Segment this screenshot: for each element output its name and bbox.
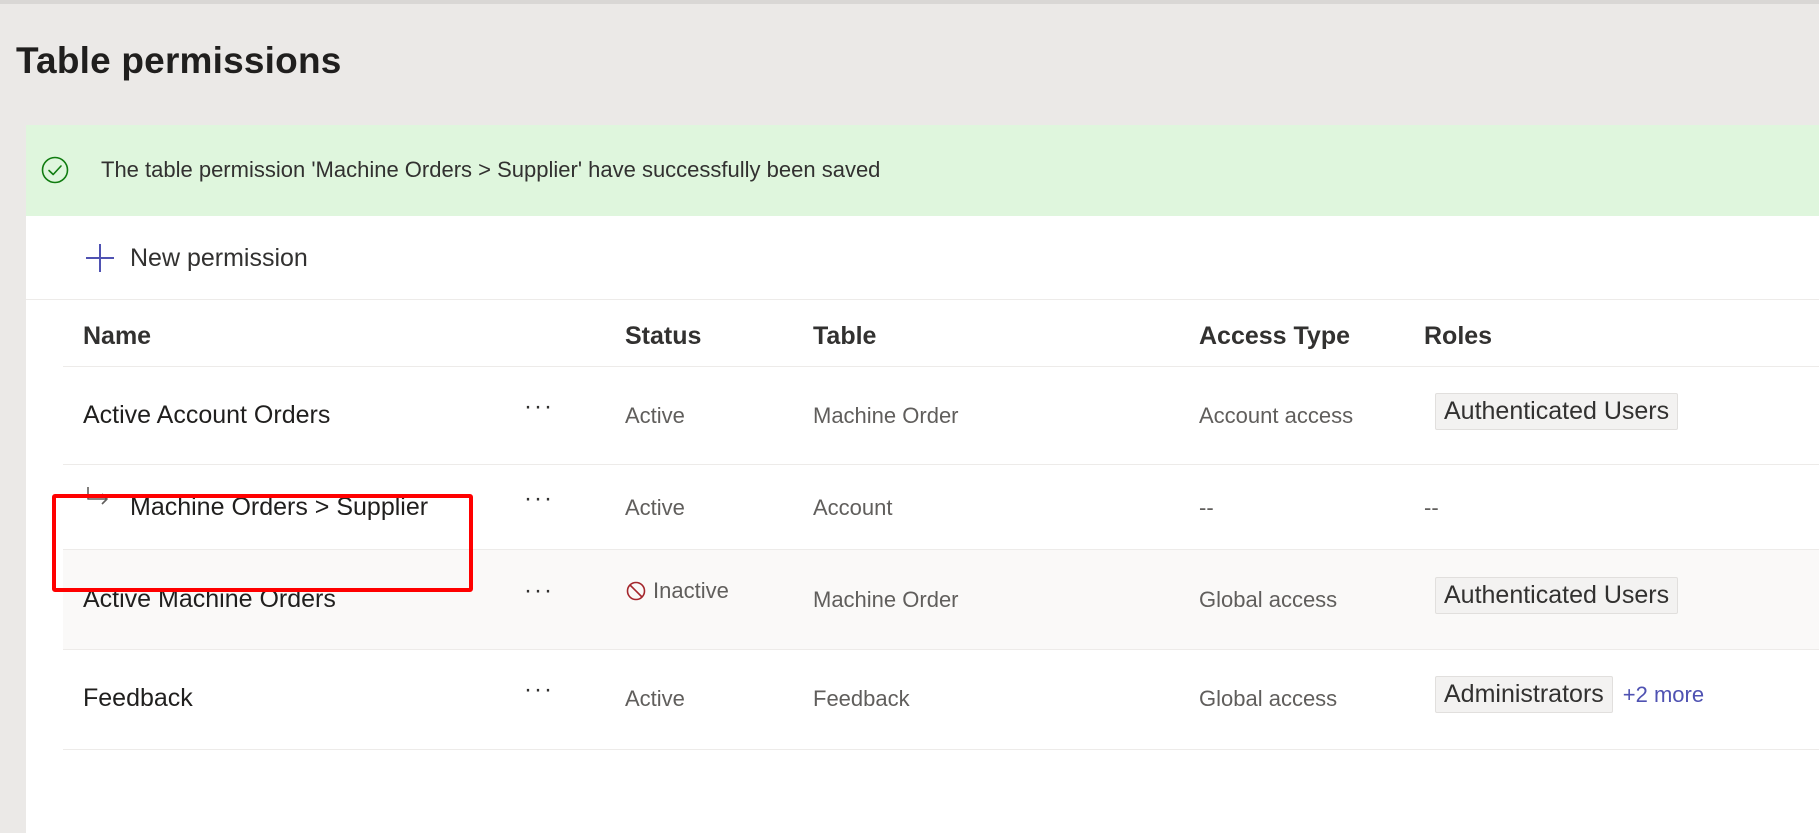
column-header-table[interactable]: Table [813, 322, 876, 351]
check-circle-icon [41, 156, 69, 184]
row-name[interactable]: Active Account Orders [83, 401, 330, 430]
highlight-box [52, 494, 473, 592]
row-name[interactable]: Feedback [83, 684, 193, 713]
new-permission-label: New permission [130, 243, 308, 272]
command-bar: New permission [26, 216, 1819, 300]
plus-icon [86, 244, 114, 272]
row-roles: Authenticated Users [1435, 393, 1679, 430]
more-options-button[interactable]: ··· [524, 485, 554, 513]
top-border [0, 0, 1819, 4]
row-status: Inactive [625, 578, 729, 604]
table-row[interactable]: Active Account Orders ··· Active Machine… [63, 367, 1819, 465]
role-tag: Authenticated Users [1435, 577, 1679, 614]
role-tag: Authenticated Users [1435, 393, 1679, 430]
page-title: Table permissions [16, 40, 342, 81]
grid-header-row: Name Status Table Access Type Roles [63, 300, 1819, 367]
column-header-roles[interactable]: Roles [1424, 322, 1492, 351]
table-row[interactable]: Feedback ··· Active Feedback Global acce… [63, 650, 1819, 750]
row-access-type: Global access [1199, 686, 1338, 711]
row-status: Active [625, 495, 685, 520]
row-status: Active [625, 686, 685, 711]
row-table: Account [813, 495, 893, 520]
row-access-type: Global access [1199, 587, 1338, 612]
more-options-button[interactable]: ··· [524, 676, 554, 704]
column-header-name[interactable]: Name [83, 322, 151, 351]
row-roles: Administrators +2 more [1435, 676, 1704, 713]
row-roles: Authenticated Users [1435, 577, 1679, 614]
row-table: Feedback [813, 686, 910, 711]
status-text: Inactive [653, 578, 729, 603]
more-options-button[interactable]: ··· [524, 393, 554, 421]
banner-message: The table permission 'Machine Orders > S… [101, 157, 881, 182]
row-roles: -- [1424, 495, 1439, 520]
column-header-status[interactable]: Status [625, 322, 701, 351]
main-panel: The table permission 'Machine Orders > S… [26, 125, 1819, 833]
success-banner: The table permission 'Machine Orders > S… [26, 125, 1819, 216]
row-access-type: Account access [1199, 403, 1354, 428]
more-roles-link[interactable]: +2 more [1623, 682, 1704, 708]
new-permission-button[interactable]: New permission [84, 236, 308, 280]
row-table: Machine Order [813, 587, 959, 612]
row-table: Machine Order [813, 403, 959, 428]
blocked-icon [626, 581, 646, 601]
role-tag: Administrators [1435, 676, 1613, 713]
column-header-access-type[interactable]: Access Type [1199, 322, 1350, 351]
more-options-button[interactable]: ··· [524, 577, 554, 605]
row-status: Active [625, 403, 685, 428]
row-access-type: -- [1199, 495, 1214, 520]
